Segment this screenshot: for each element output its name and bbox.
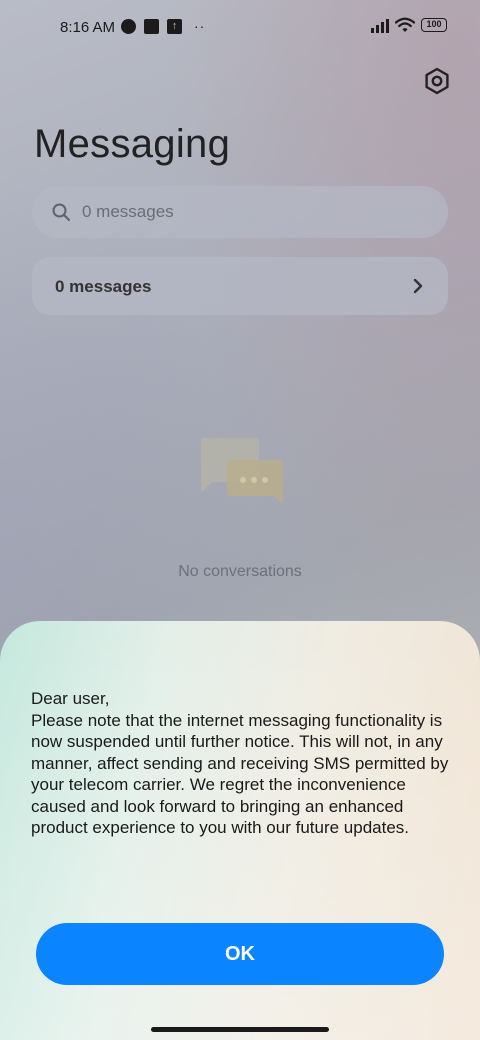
messages-row[interactable]: 0 messages <box>32 257 448 315</box>
status-bar: 8:16 AM ↑ ·· 100 <box>0 0 480 56</box>
search-bar[interactable] <box>32 186 448 238</box>
signal-icon <box>371 18 389 33</box>
square-icon <box>144 19 159 34</box>
app-circle-icon <box>121 19 136 34</box>
ok-button[interactable]: OK <box>36 923 444 985</box>
system-icons: 100 <box>371 17 447 33</box>
search-icon <box>52 203 71 222</box>
home-indicator[interactable] <box>151 1027 329 1032</box>
search-input[interactable] <box>82 186 422 238</box>
notice-dialog: Dear user, Please note that the internet… <box>0 621 480 1040</box>
notice-greeting: Dear user, <box>31 689 110 708</box>
page-title: Messaging <box>34 122 231 166</box>
wifi-icon <box>395 17 415 32</box>
more-notifications-icon: ·· <box>194 18 206 34</box>
messages-row-label: 0 messages <box>55 277 152 296</box>
chevron-right-icon <box>413 278 423 294</box>
notice-body: Please note that the internet messaging … <box>31 710 449 838</box>
settings-icon[interactable] <box>422 66 452 96</box>
status-time: 8:16 AM <box>60 19 116 36</box>
upload-icon: ↑ <box>167 19 182 34</box>
notice-text: Dear user, Please note that the internet… <box>31 688 461 839</box>
battery-icon: 100 <box>421 18 447 32</box>
conversation-icon <box>201 438 283 504</box>
empty-state-text: No conversations <box>178 563 302 580</box>
notification-icons: ↑ ·· <box>121 19 205 34</box>
